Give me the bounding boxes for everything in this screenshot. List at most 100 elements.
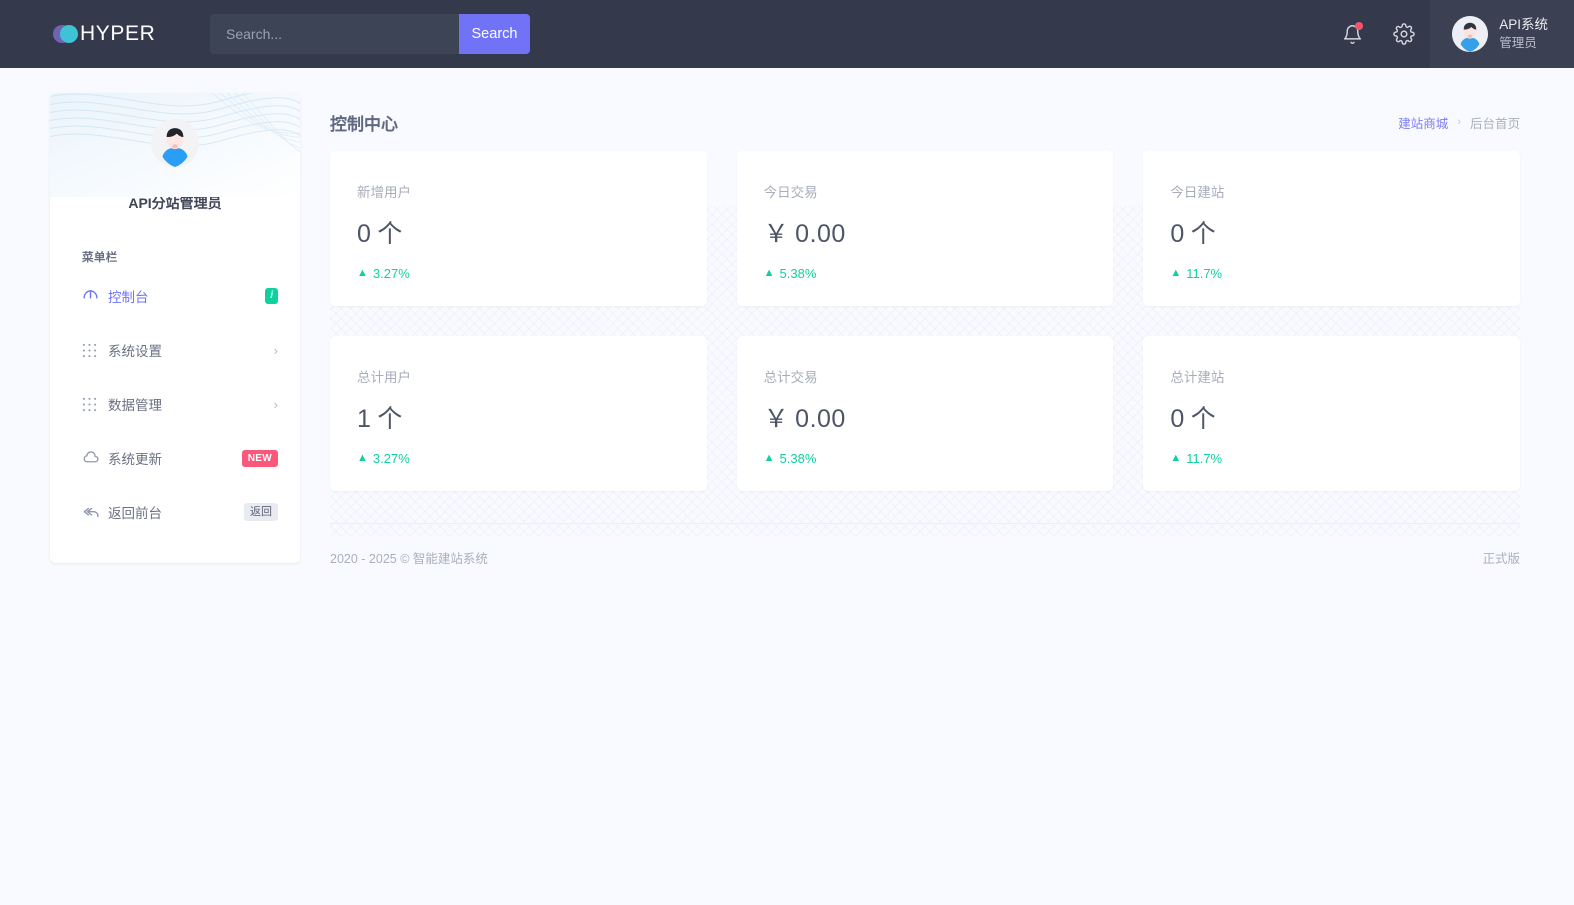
user-menu[interactable]: API系统 管理员	[1430, 0, 1574, 68]
breadcrumb-link[interactable]: 建站商城	[1398, 113, 1448, 132]
footer-version: 正式版	[1482, 548, 1520, 567]
stat-value-number: 1	[357, 405, 371, 434]
stat-card-trend: ▲ 5.38%	[764, 266, 1114, 281]
stat-value-unit: 个	[1191, 399, 1217, 435]
sidebar-badge-info: i	[265, 288, 278, 304]
stat-card-trend: ▲ 11.7%	[1170, 266, 1520, 281]
stat-card-trend: ▲ 3.27%	[357, 451, 707, 466]
trend-up-icon: ▲	[764, 453, 775, 464]
stat-value-number: 0	[1170, 220, 1184, 249]
trend-up-icon: ▲	[1170, 453, 1181, 464]
stat-card-trend: ▲ 5.38%	[764, 451, 1114, 466]
stat-card-value: 0 个	[1170, 214, 1520, 250]
footer-copyright: 2020 - 2025 © 智能建站系统	[330, 548, 488, 567]
stat-value-unit: ￥	[764, 399, 790, 435]
breadcrumb-current: 后台首页	[1470, 113, 1520, 132]
sidebar-menu: 控制台 i 系统设置 ›	[50, 269, 300, 539]
sidebar: API分站管理员 菜单栏 控制台 i	[50, 93, 300, 563]
grid-dots-icon	[82, 397, 108, 412]
stat-value-unit: 个	[377, 399, 403, 435]
stat-card: 总计交易 ￥ 0.00 ▲ 5.38%	[737, 336, 1114, 491]
page-body: API分站管理员 菜单栏 控制台 i	[0, 68, 1574, 905]
settings-button[interactable]	[1378, 0, 1430, 68]
sidebar-item-label: 系统更新	[108, 448, 242, 468]
stat-value-unit: 个	[377, 214, 403, 250]
sidebar-item-label: 系统设置	[108, 340, 274, 360]
sidebar-item-label: 返回前台	[108, 502, 244, 522]
trend-value: 3.27%	[373, 451, 410, 466]
trend-value: 5.38%	[780, 266, 817, 281]
stat-card: 总计用户 1 个 ▲ 3.27%	[330, 336, 707, 491]
sidebar-section-label: 菜单栏	[82, 249, 300, 265]
chevron-right-icon: ›	[274, 398, 278, 411]
stat-value-unit: 个	[1191, 214, 1217, 250]
avatar-illustration-icon	[151, 119, 199, 167]
stat-card-trend: ▲ 3.27%	[357, 266, 707, 281]
stat-card-trend: ▲ 11.7%	[1170, 451, 1520, 466]
cloud-icon	[82, 449, 108, 467]
page-header: 控制中心 建站商城 › 后台首页	[330, 93, 1520, 151]
chevron-right-icon: ›	[274, 344, 278, 357]
avatar	[1452, 16, 1488, 52]
main-content: 控制中心 建站商城 › 后台首页 新增用户 0 个 ▲ 3.27% 今日	[330, 93, 1520, 567]
topbar-actions: API系统 管理员	[1326, 0, 1574, 68]
activity-icon	[82, 288, 108, 305]
trend-value: 11.7%	[1186, 451, 1222, 466]
trend-up-icon: ▲	[357, 268, 368, 279]
sidebar-item-label: 数据管理	[108, 394, 274, 414]
sidebar-item-back-to-frontend[interactable]: 返回前台 返回	[50, 485, 300, 539]
search-button[interactable]: Search	[459, 14, 530, 54]
user-role: 管理员	[1499, 35, 1548, 52]
brand-name: HYPER	[80, 22, 155, 46]
trend-up-icon: ▲	[764, 268, 775, 279]
stat-card: 新增用户 0 个 ▲ 3.27%	[330, 151, 707, 306]
brand-logo[interactable]: HYPER	[0, 0, 160, 68]
stat-card-title: 总计交易	[764, 366, 1114, 386]
chevron-right-icon: ›	[1457, 116, 1461, 128]
stat-card: 总计建站 0 个 ▲ 11.7%	[1143, 336, 1520, 491]
top-navbar: HYPER Search	[0, 0, 1574, 68]
stat-card-value: ￥ 0.00	[764, 399, 1114, 435]
trend-value: 11.7%	[1186, 266, 1222, 281]
avatar-illustration-icon	[1452, 16, 1488, 52]
stat-card-value: 0 个	[357, 214, 707, 250]
breadcrumb: 建站商城 › 后台首页	[1398, 113, 1520, 132]
sidebar-item-dashboard[interactable]: 控制台 i	[50, 269, 300, 323]
sidebar-hero	[50, 93, 300, 197]
stat-card-title: 新增用户	[357, 181, 707, 201]
stat-card-grid: 新增用户 0 个 ▲ 3.27% 今日交易 ￥ 0.00 ▲ 5.3	[330, 151, 1520, 491]
sidebar-item-label: 控制台	[108, 286, 265, 306]
stat-card-title: 总计用户	[357, 366, 707, 386]
stat-value-unit: ￥	[764, 214, 790, 250]
stat-card-value: 0 个	[1170, 399, 1520, 435]
trend-value: 3.27%	[373, 266, 410, 281]
stat-value-number: 0	[357, 220, 371, 249]
page-footer: 2020 - 2025 © 智能建站系统 正式版	[330, 523, 1520, 567]
sidebar-badge-back: 返回	[244, 503, 278, 521]
trend-up-icon: ▲	[357, 453, 368, 464]
stat-card: 今日交易 ￥ 0.00 ▲ 5.38%	[737, 151, 1114, 306]
sidebar-badge-new: NEW	[242, 450, 278, 467]
user-name: API系统	[1499, 16, 1548, 34]
stat-card-value: 1 个	[357, 399, 707, 435]
search-input[interactable]	[210, 14, 459, 54]
sidebar-item-system-settings[interactable]: 系统设置 ›	[50, 323, 300, 377]
user-meta: API系统 管理员	[1499, 16, 1548, 51]
stat-card: 今日建站 0 个 ▲ 11.7%	[1143, 151, 1520, 306]
sidebar-item-data-management[interactable]: 数据管理 ›	[50, 377, 300, 431]
search-bar: Search	[210, 14, 530, 54]
stat-value-number: 0	[1170, 405, 1184, 434]
stat-card-title: 今日建站	[1170, 181, 1520, 201]
stat-value-number: 0.00	[795, 405, 846, 434]
stat-value-number: 0.00	[795, 220, 846, 249]
notifications-button[interactable]	[1326, 0, 1378, 68]
stat-card-value: ￥ 0.00	[764, 214, 1114, 250]
grid-dots-icon	[82, 343, 108, 358]
gear-icon	[1393, 23, 1415, 45]
stat-card-title: 总计建站	[1170, 366, 1520, 386]
sidebar-item-system-update[interactable]: 系统更新 NEW	[50, 431, 300, 485]
hyper-logo-icon	[53, 23, 83, 45]
reply-icon	[82, 503, 108, 522]
trend-up-icon: ▲	[1170, 268, 1181, 279]
sidebar-avatar	[151, 119, 199, 167]
